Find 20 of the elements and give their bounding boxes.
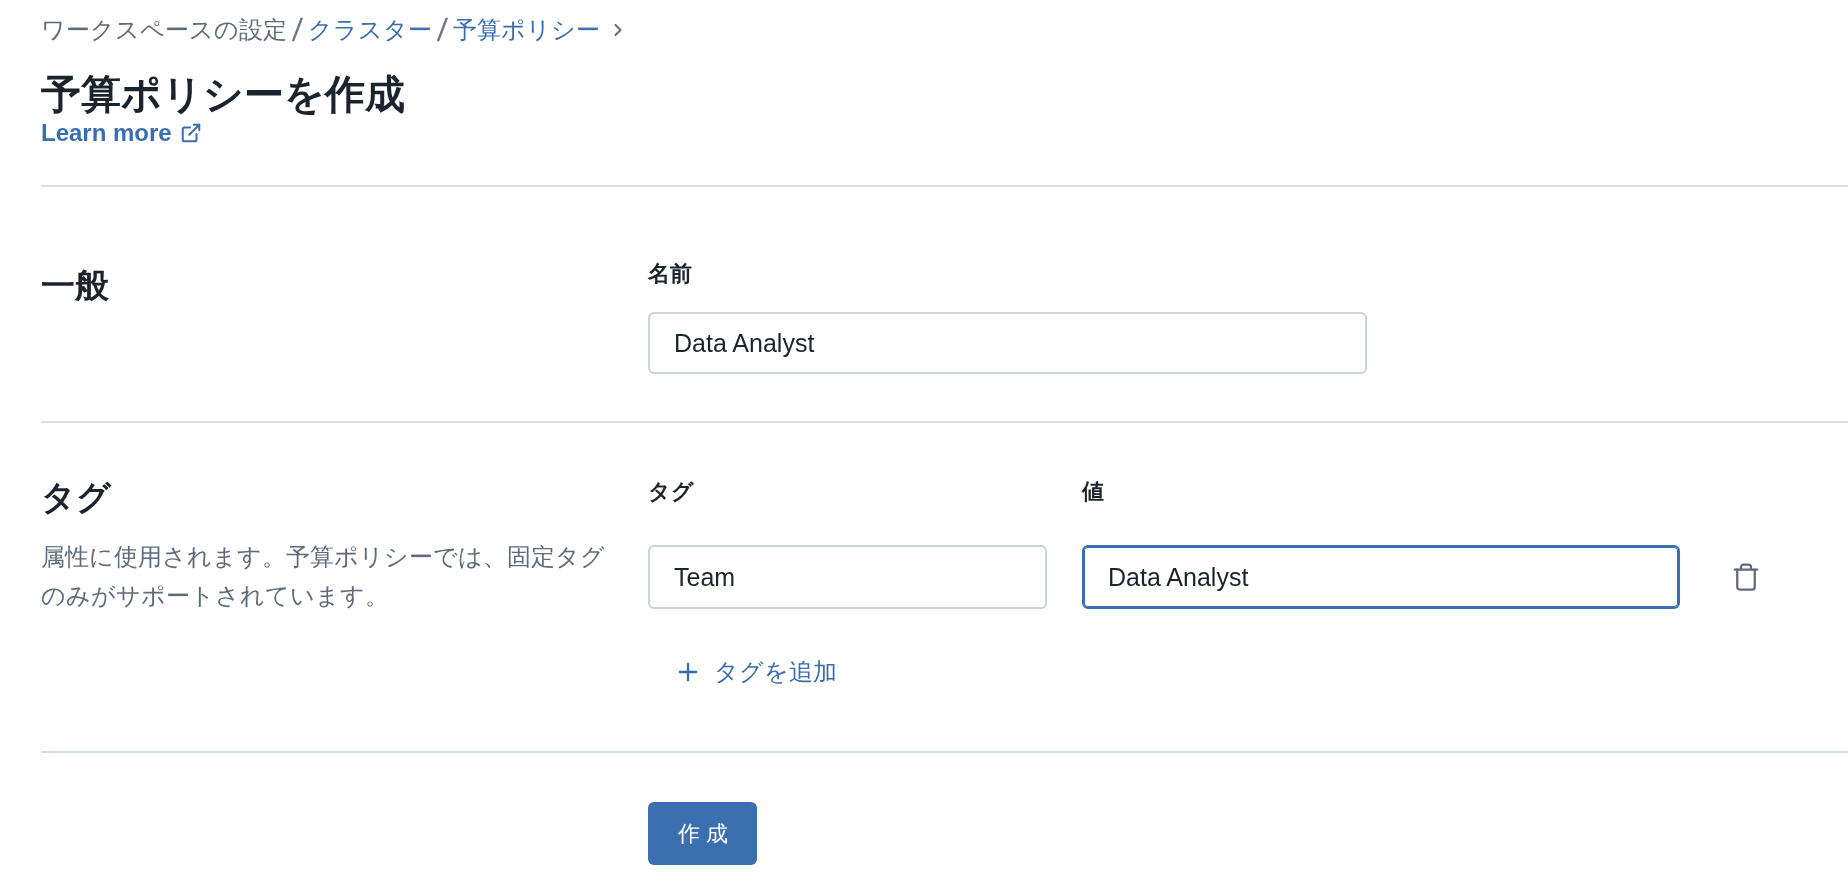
field-label: 名前	[648, 260, 692, 288]
column-label: 値	[1082, 478, 1105, 506]
external-link-icon	[179, 122, 202, 144]
tag-key-input[interactable]: Team	[648, 545, 1047, 609]
section-title: タグ	[41, 477, 111, 518]
section-title: 一般	[41, 265, 109, 306]
page-title: 予算ポリシーを作成	[41, 71, 405, 118]
add-tag-button[interactable]: タグを追加	[674, 648, 837, 696]
breadcrumb-separator: /	[436, 13, 449, 47]
breadcrumb-separator: /	[291, 13, 304, 47]
column-label: タグ	[648, 478, 695, 506]
create-button[interactable]: 作成	[648, 802, 757, 865]
trash-icon	[1731, 562, 1761, 592]
section-description: 属性に使用されます。予算ポリシーでは、固定タグのみがサポートされています。	[41, 542, 606, 611]
name-input[interactable]: Data Analyst	[648, 312, 1367, 374]
tag-value-input[interactable]: Data Analyst	[1082, 545, 1680, 609]
breadcrumb-link[interactable]: 予算ポリシー	[452, 14, 600, 46]
breadcrumb-link[interactable]: クラスター	[307, 14, 432, 46]
breadcrumb-text: ワークスペースの設定	[41, 15, 287, 45]
learn-more-link[interactable]: Learn more	[41, 118, 202, 148]
